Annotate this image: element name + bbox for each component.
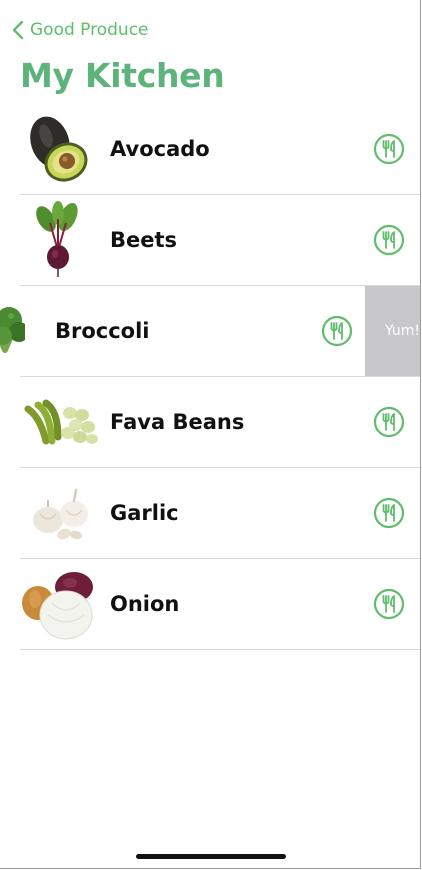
list-item-avocado[interactable]: Avocado xyxy=(20,104,420,195)
fork-knife-icon[interactable] xyxy=(373,497,405,529)
item-name: Avocado xyxy=(110,137,210,161)
avocado-image xyxy=(30,116,88,182)
list-item-fava-beans[interactable]: Fava Beans xyxy=(20,377,420,468)
list-item-garlic[interactable]: Garlic xyxy=(20,468,420,559)
fork-knife-icon[interactable] xyxy=(373,133,405,165)
yum-swipe-action-button[interactable]: Yum! xyxy=(365,286,420,376)
back-button[interactable]: Good Produce xyxy=(12,18,149,42)
row-content: Onion xyxy=(0,559,420,649)
garlic-image xyxy=(33,488,88,540)
chevron-left-icon xyxy=(12,20,24,40)
onion-image xyxy=(22,572,93,640)
back-button-label: Good Produce xyxy=(30,20,149,40)
item-name: Beets xyxy=(110,228,178,252)
produce-list: Avocado Beets Broccoli Yum! Fava Beans G… xyxy=(0,104,420,650)
fork-knife-icon[interactable] xyxy=(373,224,405,256)
row-content: Beets xyxy=(0,195,420,285)
fava-beans-image xyxy=(24,399,98,445)
item-name: Fava Beans xyxy=(110,410,245,434)
row-content: Avocado xyxy=(0,104,420,194)
page-title: My Kitchen xyxy=(20,56,225,95)
fork-knife-icon[interactable] xyxy=(321,315,353,347)
item-name: Garlic xyxy=(110,501,179,525)
broccoli-image xyxy=(0,307,25,353)
row-content: Garlic xyxy=(0,468,420,558)
list-item-beets[interactable]: Beets xyxy=(20,195,420,286)
row-content: Fava Beans xyxy=(0,377,420,467)
list-item-broccoli[interactable]: Broccoli Yum! xyxy=(0,286,420,377)
list-item-onion[interactable]: Onion xyxy=(20,559,420,650)
home-indicator[interactable] xyxy=(136,854,286,859)
fork-knife-icon[interactable] xyxy=(373,406,405,438)
beets-image xyxy=(36,201,78,277)
item-name: Broccoli xyxy=(55,319,150,343)
row-content: Broccoli xyxy=(0,286,353,376)
item-name: Onion xyxy=(110,592,180,616)
app-screen: Good Produce My Kitchen Avocado Beets Br… xyxy=(0,0,421,869)
fork-knife-icon[interactable] xyxy=(373,588,405,620)
